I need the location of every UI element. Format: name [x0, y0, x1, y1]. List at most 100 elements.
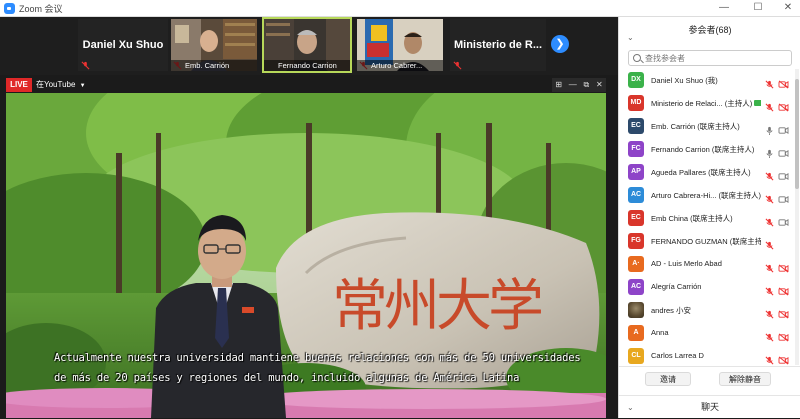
participant-name: Emb China (联席主持人): [651, 213, 761, 224]
camera-icon[interactable]: [778, 191, 789, 204]
rock-inscription: 常州大学: [332, 274, 541, 339]
participant-row[interactable]: andres 小安: [619, 299, 793, 322]
mic-muted-icon: [81, 61, 90, 70]
camera-icon[interactable]: [778, 122, 789, 135]
participant-row[interactable]: AC Alegría Carrión: [619, 276, 793, 299]
participant-row[interactable]: MD Ministerio de Relaci... (主持人): [619, 92, 793, 115]
video-tile-fernando-carrion[interactable]: Fernando Carrion: [262, 17, 352, 73]
mic-icon[interactable]: [765, 145, 774, 158]
participant-name-text: FERNANDO GUZMAN (联席主持人): [651, 237, 761, 246]
participant-row[interactable]: AP Agueda Pallares (联席主持人): [619, 161, 793, 184]
participant-tile-ministerio[interactable]: Ministerio de R...: [450, 19, 546, 71]
livestream-platform-dropdown[interactable]: 在YouTube ▼: [36, 78, 86, 92]
participant-name: AD - Luis Merlo Abad: [651, 259, 761, 268]
avatar: AC: [628, 187, 644, 203]
minimize-button[interactable]: —: [714, 1, 734, 15]
camera-off-icon[interactable]: [778, 76, 789, 89]
scrollbar-thumb[interactable]: [795, 79, 799, 189]
view-close-button[interactable]: ✕: [596, 78, 603, 92]
unmute-all-button[interactable]: 解除静音: [719, 372, 771, 386]
participant-name-text: Arturo Cabrera-Hi... (联席主持人): [651, 191, 761, 200]
camera-off-icon[interactable]: [778, 283, 789, 296]
video-scene: 常州大学: [6, 93, 606, 418]
mic-icon[interactable]: [765, 122, 774, 135]
chevron-down-icon[interactable]: ⌄: [627, 25, 634, 51]
next-page-button[interactable]: ❯: [551, 35, 569, 53]
livestream-bar: LIVE 在YouTube ▼ ⊞ — ⧉ ✕: [6, 78, 606, 93]
avatar: EC: [628, 118, 644, 134]
view-minimize-button[interactable]: —: [569, 78, 577, 92]
video-tile-arturo-cabrera[interactable]: Arturo Cabrer...: [357, 19, 443, 71]
camera-off-icon[interactable]: [778, 306, 789, 319]
avatar: EC: [628, 210, 644, 226]
zoom-window: Zoom 会议 — ☐ ✕ Daniel Xu Shuo Emb. Carrió…: [0, 0, 800, 418]
participant-row[interactable]: FC Fernando Carrion (联席主持人): [619, 138, 793, 161]
view-popout-button[interactable]: ⧉: [584, 78, 590, 92]
participant-row[interactable]: A· AD - Luis Merlo Abad: [619, 253, 793, 276]
mic-muted-icon[interactable]: [765, 237, 774, 250]
main-video[interactable]: 常州大学 Actualmente nuestra universidad man…: [6, 93, 606, 418]
camera-icon[interactable]: [778, 168, 789, 181]
participants-panel: ⌄ 参会者(68) DX Daniel Xu Shuo (我) MD Minister…: [618, 17, 800, 418]
avatar: AC: [628, 279, 644, 295]
participant-name: Carlos Larrea D: [651, 351, 761, 360]
arrow-right-icon: ❯: [555, 38, 565, 50]
host-badge-icon: [754, 100, 761, 106]
camera-icon[interactable]: [778, 145, 789, 158]
avatar: DX: [628, 72, 644, 88]
subtitle-line-1: Actualmente nuestra universidad mantiene…: [54, 352, 581, 364]
participant-name: Alegría Carrión: [651, 282, 761, 291]
participant-name: Fernando Carrion (联席主持人): [651, 144, 761, 155]
participant-row[interactable]: DX Daniel Xu Shuo (我): [619, 69, 793, 92]
participant-tile-name: Ministerio de R...: [453, 39, 542, 51]
mic-muted-icon[interactable]: [765, 283, 774, 296]
mic-muted-icon[interactable]: [765, 352, 774, 365]
meeting-stage: Daniel Xu Shuo Emb. Carrión Fernando Car…: [0, 17, 618, 418]
chat-title: 聊天: [700, 402, 719, 412]
video-tile-emb-carrion[interactable]: Emb. Carrión: [171, 19, 257, 71]
participant-name: Daniel Xu Shuo (我): [651, 75, 761, 86]
participant-name: Emb. Carrión (联席主持人): [651, 121, 761, 132]
mic-muted-icon[interactable]: [765, 329, 774, 342]
mic-muted-icon[interactable]: [765, 168, 774, 181]
search-input[interactable]: [645, 52, 785, 64]
mic-muted-icon[interactable]: [765, 76, 774, 89]
participant-row[interactable]: AC Arturo Cabrera-Hi... (联席主持人): [619, 184, 793, 207]
video-view-controls: ⊞ — ⧉ ✕: [552, 78, 606, 92]
camera-off-icon[interactable]: [778, 260, 789, 273]
chat-header[interactable]: ⌄ 聊天: [619, 395, 800, 418]
participant-list-scrollbar[interactable]: [795, 69, 799, 365]
participant-row[interactable]: EC Emb China (联席主持人): [619, 207, 793, 230]
participant-tile-name: Daniel Xu Shuo: [82, 39, 164, 51]
invite-button[interactable]: 邀请: [645, 372, 691, 386]
camera-off-icon[interactable]: [778, 329, 789, 342]
participants-title: 参会者(68): [688, 25, 732, 35]
mic-muted-icon[interactable]: [765, 260, 774, 273]
mic-muted-icon[interactable]: [765, 214, 774, 227]
avatar: CL: [628, 348, 644, 364]
mic-muted-icon[interactable]: [765, 99, 774, 112]
camera-icon[interactable]: [778, 214, 789, 227]
maximize-button[interactable]: ☐: [748, 1, 768, 15]
participant-list: DX Daniel Xu Shuo (我) MD Ministerio de Rela…: [619, 69, 793, 365]
mic-muted-icon[interactable]: [765, 191, 774, 204]
camera-off-icon[interactable]: [778, 99, 789, 112]
participant-row[interactable]: FG FERNANDO GUZMAN (联席主持人): [619, 230, 793, 253]
participant-name: Arturo Cabrera-Hi... (联席主持人): [651, 190, 761, 201]
chevron-down-icon: ▼: [79, 83, 86, 89]
participant-row[interactable]: A Anna: [619, 322, 793, 345]
avatar: FC: [628, 141, 644, 157]
participant-name-text: andres 小安: [651, 306, 692, 315]
gallery-strip: Daniel Xu Shuo Emb. Carrión Fernando Car…: [0, 17, 618, 75]
participant-row[interactable]: CL Carlos Larrea D: [619, 345, 793, 365]
participant-search[interactable]: [628, 50, 792, 66]
mic-muted-icon[interactable]: [765, 306, 774, 319]
camera-off-icon[interactable]: [778, 352, 789, 365]
window-title: Zoom 会议: [19, 4, 63, 14]
view-grid-button[interactable]: ⊞: [555, 78, 562, 92]
participant-row[interactable]: EC Emb. Carrión (联席主持人): [619, 115, 793, 138]
live-badge[interactable]: LIVE: [6, 78, 32, 92]
participant-name-text: Agueda Pallares (联席主持人): [651, 168, 751, 177]
close-button[interactable]: ✕: [778, 1, 798, 15]
participant-tile-daniel[interactable]: Daniel Xu Shuo: [78, 19, 168, 71]
